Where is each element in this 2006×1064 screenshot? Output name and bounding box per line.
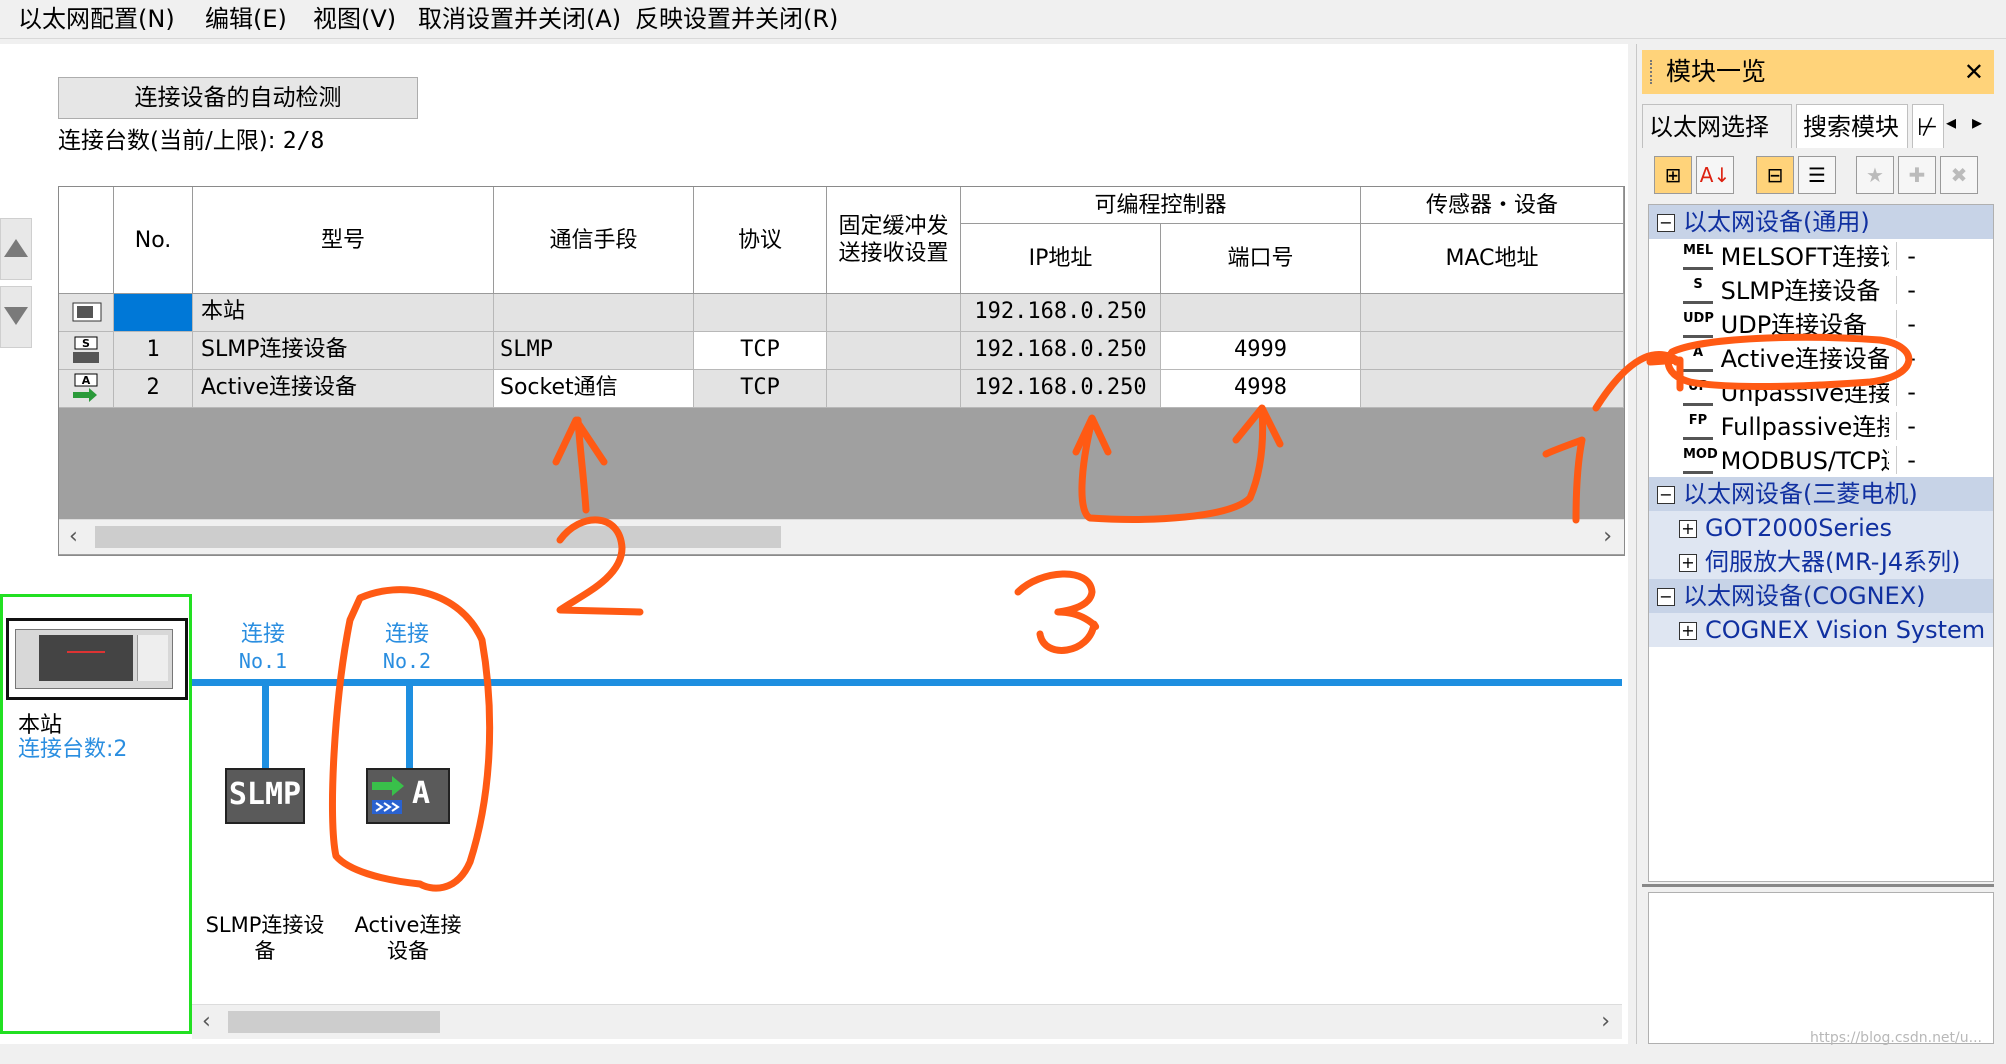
arrow-2 [552,416,608,514]
circle-active-item [1664,333,1913,390]
arrow-3 [1072,404,1284,523]
mark-3 [1014,570,1100,654]
circle-active-device [328,586,494,892]
mark-2 [556,516,644,616]
mark-1 [1542,436,1586,524]
annotation-overlay [328,333,1913,892]
